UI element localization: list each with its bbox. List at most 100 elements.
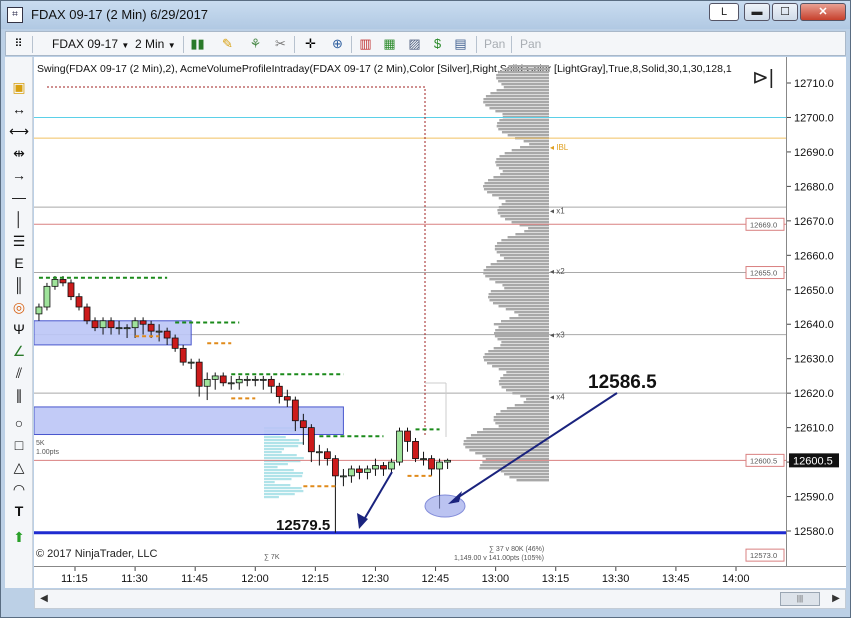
title-bar[interactable]: ⌗ FDAX 09-17 (2 Min) 6/29/2017 L ▬ ☐ ✕: [1, 1, 850, 29]
strategy-icon[interactable]: ⚘: [247, 36, 264, 52]
profile-bar: [518, 314, 549, 317]
profile-bar: [483, 101, 549, 104]
chart-panel[interactable]: Swing(FDAX 09-17 (2 Min),2), AcmeVolumeP…: [34, 57, 786, 566]
pitchfork-icon[interactable]: Ψ: [9, 319, 29, 339]
fib-time-icon[interactable]: ║: [9, 275, 29, 295]
profile-bar: [514, 311, 549, 314]
candle-body: [75, 296, 83, 308]
vertical-line-icon[interactable]: │: [9, 209, 29, 229]
time-tick-label: 11:15: [61, 573, 88, 585]
draw-pencil-icon[interactable]: ✎: [219, 36, 236, 52]
chart-style-icon[interactable]: ▮▮: [189, 36, 206, 52]
pan-button-1[interactable]: Pan: [484, 35, 505, 53]
arc-tool-icon[interactable]: ◠: [9, 479, 29, 499]
arrow-tool-icon[interactable]: →: [9, 165, 29, 185]
profile-bar: [501, 239, 549, 242]
profile-bar: [501, 386, 549, 389]
profile-bar: [498, 368, 549, 371]
profile-bar: [498, 128, 549, 131]
interval-label: 2 Min: [135, 37, 165, 51]
profile-bar: [495, 110, 549, 113]
minimize-button[interactable]: ▬: [744, 3, 770, 21]
profile-bar: [496, 164, 549, 167]
trend-channel-icon[interactable]: ∥: [9, 385, 29, 405]
profile-bar: [502, 284, 549, 287]
profile-bar: [490, 92, 549, 95]
profile-bar: [489, 299, 549, 302]
fib-retracement-icon[interactable]: ☰: [9, 231, 29, 251]
indicators-icon[interactable]: ▥: [357, 36, 374, 52]
crosshair-icon[interactable]: ✛: [302, 36, 319, 52]
price-chart[interactable]: Swing(FDAX 09-17 (2 Min),2), AcmeVolumeP…: [34, 57, 786, 566]
price-axis[interactable]: 12710.0 12700.0 12690.0 12680.0 12670.0 12660…: [786, 57, 846, 566]
profile-bar: [485, 95, 549, 98]
scroll-thumb[interactable]: |||: [780, 592, 820, 606]
regression-channel-icon[interactable]: ⫽: [9, 363, 29, 383]
candle-body: [380, 465, 387, 470]
arrow-up-icon[interactable]: ⬆: [9, 527, 29, 547]
profile-bar: [505, 218, 549, 221]
time-tick-label: 13:30: [602, 573, 630, 585]
profile-bar: [488, 179, 549, 182]
candle-body: [115, 327, 123, 330]
profile-bar: [529, 143, 549, 146]
text-tool-icon[interactable]: T: [9, 501, 29, 521]
tools-icon[interactable]: ✂: [272, 36, 289, 52]
profile-bar: [506, 371, 549, 374]
horizontal-scrollbar[interactable]: ◀ ||| ▶: [34, 589, 846, 609]
instrument-selector[interactable]: FDAX 09-17 ▼: [52, 35, 129, 53]
candle-body: [179, 347, 187, 363]
candle-body: [67, 282, 75, 298]
candle-body: [420, 458, 427, 461]
gann-fan-icon[interactable]: ∠: [9, 341, 29, 361]
pan-button-2[interactable]: Pan: [520, 35, 541, 53]
chart-trader-icon[interactable]: ▨: [406, 36, 423, 52]
candle-body: [396, 430, 403, 463]
time-tick-label: 11:45: [181, 573, 208, 585]
ruler-icon[interactable]: ↔: [9, 99, 29, 119]
profile-bar: [487, 362, 549, 365]
candle-body: [131, 320, 139, 329]
profile-bar: [500, 173, 549, 176]
zoom-icon[interactable]: ⊕: [329, 36, 346, 52]
time-axis[interactable]: 11:15 11:30 11:45 12:00 12:15 12:30 12:45 13:00…: [34, 566, 846, 588]
level-label: ◂ x2: [550, 267, 565, 276]
horizontal-line-icon[interactable]: —: [9, 187, 29, 207]
scroll-left-icon[interactable]: ◀: [37, 592, 51, 606]
session-profile-bar: [264, 436, 286, 439]
close-button[interactable]: ✕: [800, 3, 846, 21]
maximize-button[interactable]: ☐: [772, 3, 798, 21]
level-label: ◂ x3: [550, 331, 565, 340]
dollar-icon[interactable]: $: [429, 36, 446, 52]
rectangle-tool-icon[interactable]: □: [9, 435, 29, 455]
profile-bar: [501, 131, 549, 134]
profile-bar: [503, 257, 549, 260]
profile-bar: [497, 212, 549, 215]
instrument-label: FDAX 09-17: [52, 37, 119, 51]
ellipse-tool-icon[interactable]: ○: [9, 413, 29, 433]
profile-bar: [493, 416, 549, 419]
profile-bar: [485, 104, 549, 107]
fib-extension-icon[interactable]: Ε: [9, 253, 29, 273]
ray-tool-icon[interactable]: ⇹: [9, 143, 29, 163]
link-button[interactable]: L: [709, 3, 739, 21]
templates-icon[interactable]: ▤: [452, 36, 469, 52]
profile-bar: [514, 404, 549, 407]
session-profile-bar: [264, 472, 304, 475]
hand-tool-icon[interactable]: ▣: [9, 77, 29, 97]
session-profile-bar: [264, 457, 304, 460]
fib-circle-icon[interactable]: ◎: [9, 297, 29, 317]
price-tick-label: 12650.0: [794, 285, 834, 297]
interval-selector[interactable]: 2 Min ▼: [135, 35, 176, 53]
line-tool-icon[interactable]: ⟷: [9, 121, 29, 141]
strategies-icon[interactable]: ▦: [381, 36, 398, 52]
session-profile-bar: [264, 484, 291, 487]
profile-bar: [500, 410, 549, 413]
session-profile-bar: [264, 442, 304, 445]
candle-body: [51, 279, 59, 287]
scroll-right-icon[interactable]: ▶: [829, 592, 843, 606]
triangle-tool-icon[interactable]: △: [9, 457, 29, 477]
profile-bar: [490, 263, 549, 266]
profile-bar: [497, 242, 549, 245]
profile-bar: [489, 107, 549, 110]
